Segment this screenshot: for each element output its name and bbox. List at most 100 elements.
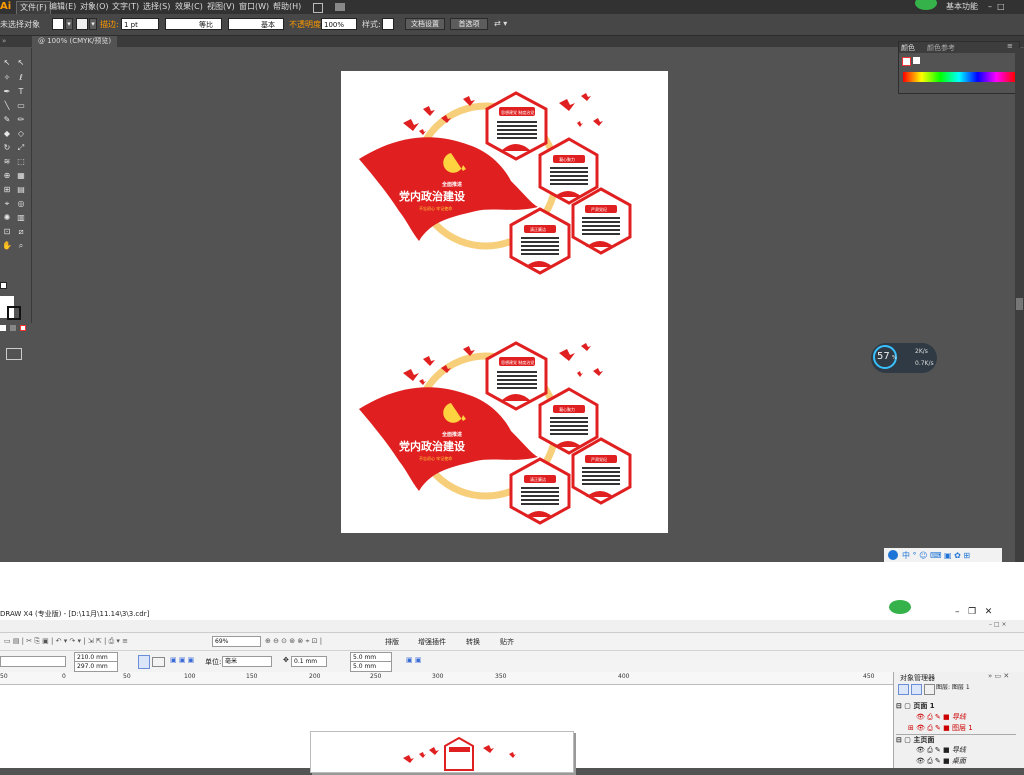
pencil-tool-icon[interactable]: ✏ [16, 115, 26, 125]
portrait-icon[interactable] [138, 655, 150, 669]
menu-window[interactable]: 窗口(W) [236, 1, 272, 13]
line-tool-icon[interactable]: ╲ [2, 101, 12, 111]
vertical-scrollbar[interactable] [1015, 48, 1024, 562]
none-mode-icon[interactable] [20, 325, 26, 331]
color-spectrum[interactable] [903, 72, 1015, 82]
eyedropper-tool-icon[interactable]: ⌖ [2, 199, 12, 209]
none-swatch-icon[interactable] [902, 57, 911, 66]
stroke-dropdown[interactable]: ▾ [89, 18, 97, 30]
graph-tool-icon[interactable]: ▥ [16, 213, 26, 223]
artboard-tool-icon[interactable]: ⊡ [2, 227, 12, 237]
stroke-color-box[interactable] [76, 18, 88, 30]
free-transform-tool-icon[interactable]: ⬚ [16, 157, 26, 167]
opacity-label[interactable]: 不透明度: [289, 19, 324, 30]
white-swatch[interactable] [913, 57, 920, 64]
blend-tool-icon[interactable]: ◎ [16, 199, 26, 209]
magic-wand-tool-icon[interactable]: ✧ [2, 73, 12, 83]
duplicate-y-input[interactable]: 5.0 mm [350, 661, 392, 672]
menu-object[interactable]: 对象(O) [77, 1, 112, 13]
rotate-tool-icon[interactable]: ↻ [2, 143, 12, 153]
ime-logo-icon[interactable] [888, 550, 898, 560]
arrange-icon[interactable] [335, 3, 345, 11]
unit-select[interactable]: 毫米 [222, 656, 272, 667]
scale-tool-icon[interactable]: ⤢ [16, 143, 26, 153]
landscape-icon[interactable] [152, 657, 165, 667]
preferences-button[interactable]: 首选项 [450, 18, 488, 30]
page-height-input[interactable]: 297.0 mm [74, 661, 118, 672]
style-swatch[interactable] [382, 18, 394, 30]
stroke-weight-input[interactable]: 1 pt [121, 18, 159, 30]
layer-row-page1[interactable]: ⊟ ▢ 页面 1 [896, 701, 1016, 711]
docker-controls[interactable]: » ▭ ✕ [988, 672, 1009, 680]
paintbrush-tool-icon[interactable]: ✎ [2, 115, 12, 125]
ruler-tick-6: 200 [309, 673, 321, 680]
nudge-input[interactable]: 0.1 mm [291, 656, 327, 667]
paper-type-select[interactable] [0, 656, 66, 667]
mesh-tool-icon[interactable]: ⊞ [2, 185, 12, 195]
toolbar-snap[interactable]: 贴齐 [500, 637, 514, 647]
perspective-tool-icon[interactable]: ▦ [16, 171, 26, 181]
rectangle-tool-icon[interactable]: ▭ [16, 101, 26, 111]
eraser-tool-icon[interactable]: ◇ [16, 129, 26, 139]
window-controls[interactable]: – □ [988, 2, 1018, 12]
layer-row-guides[interactable]: 👁 ⎙ ✎ ■ 导线 [916, 712, 1024, 722]
arrange-documents-icon[interactable]: ⇄ ▾ [494, 19, 507, 28]
gradient-tool-icon[interactable]: ▤ [16, 185, 26, 195]
page-options-icons[interactable]: ▣ ▣ [406, 656, 421, 664]
fill-dropdown[interactable]: ▾ [65, 18, 73, 30]
network-speed-widget[interactable]: 57 % 2K/s 0.7K/s [871, 343, 937, 373]
zoom-level-select[interactable]: 69% [212, 636, 261, 647]
document-setup-button[interactable]: 文档设置 [405, 18, 445, 30]
width-tool-icon[interactable]: ≋ [2, 157, 12, 167]
symbol-sprayer-tool-icon[interactable]: ✺ [2, 213, 12, 223]
ime-toolbar[interactable]: 中 ° ☺ ⌨ ▣ ✿ ⊞ [884, 548, 1002, 562]
color-mode-icon[interactable] [0, 325, 6, 331]
hand-tool-icon[interactable]: ✋ [2, 241, 12, 251]
ime-icons[interactable]: 中 ° ☺ ⌨ ▣ ✿ ⊞ [902, 550, 970, 561]
screen-mode-icon[interactable] [6, 348, 22, 360]
layer-row-master-guides[interactable]: 👁 ⎙ ✎ ■ 导线 [916, 745, 1024, 755]
zoom-tool-icon[interactable]: ⌕ [16, 241, 26, 251]
scrollbar-thumb[interactable] [1016, 298, 1023, 310]
toolbar-layout[interactable]: 排版 [385, 637, 399, 647]
cdr-doc-controls[interactable]: – □ × [989, 621, 1007, 628]
document-tab[interactable]: @ 100% (CMYK/预览) [32, 36, 118, 47]
stroke-swatch[interactable] [7, 306, 21, 320]
menu-view[interactable]: 视图(V) [204, 1, 238, 13]
layer-row-desktop[interactable]: 👁 ⎙ ✎ ■ 桌面 [916, 756, 1024, 766]
panel-collapse-icon[interactable]: » [2, 36, 6, 47]
fill-color-box[interactable] [52, 18, 64, 30]
tab-color[interactable]: 颜色 [901, 43, 915, 53]
bridge-icon[interactable] [313, 3, 323, 13]
slice-tool-icon[interactable]: ⧄ [16, 227, 26, 237]
toolbar-convert[interactable]: 转换 [466, 637, 480, 647]
lasso-tool-icon[interactable]: ℓ [16, 73, 26, 83]
direct-selection-tool-icon[interactable]: ↖ [16, 58, 26, 68]
zoom-tools-icons[interactable]: ⊕ ⊖ ⊙ ⊛ ⊗ ⌖ ⊡ | [265, 637, 322, 646]
menu-help[interactable]: 帮助(H) [270, 1, 304, 13]
selection-tool-icon[interactable]: ↖ [2, 58, 12, 68]
type-tool-icon[interactable]: T [16, 87, 26, 97]
default-colors-icon[interactable] [0, 282, 7, 289]
panel-menu-icon[interactable]: ≡ [1007, 42, 1013, 50]
shape-builder-tool-icon[interactable]: ⊕ [2, 171, 12, 181]
page-layout-icons[interactable]: ▣ ▣ ▣ [170, 656, 194, 664]
menu-edit[interactable]: 编辑(E) [46, 1, 79, 13]
gradient-mode-icon[interactable] [10, 325, 16, 331]
menu-select[interactable]: 选择(S) [140, 1, 173, 13]
pen-tool-icon[interactable]: ✒ [2, 87, 12, 97]
blob-brush-tool-icon[interactable]: ◆ [2, 129, 12, 139]
brush-definition[interactable]: 基本 [228, 18, 284, 30]
workspace-switcher[interactable]: 基本功能 [943, 1, 981, 13]
tab-color-guide[interactable]: 颜色参考 [927, 43, 955, 53]
menu-type[interactable]: 文字(T) [109, 1, 142, 13]
layer-row-master[interactable]: ⊟ ▢ 主页面 [896, 734, 1016, 745]
cdr-window-controls[interactable]: – ❐ ✕ [955, 607, 992, 617]
toolbar-enhance-plugin[interactable]: 增强插件 [418, 637, 446, 647]
variable-width-profile[interactable]: 等比 [165, 18, 222, 30]
menu-effect[interactable]: 效果(C) [172, 1, 206, 13]
layer-row-layer1[interactable]: ⊞ 👁 ⎙ ✎ ■ 图层 1 [908, 723, 1024, 733]
stroke-label[interactable]: 描边: [100, 19, 119, 30]
opacity-input[interactable]: 100% [321, 18, 357, 30]
cdr-toolbar-icons[interactable]: ▭ ▤ | ✂ ⎘ ▣ | ↶ ▾ ↷ ▾ | ⇲ ⇱ | ⎙ ▾ ≡ [4, 637, 128, 646]
